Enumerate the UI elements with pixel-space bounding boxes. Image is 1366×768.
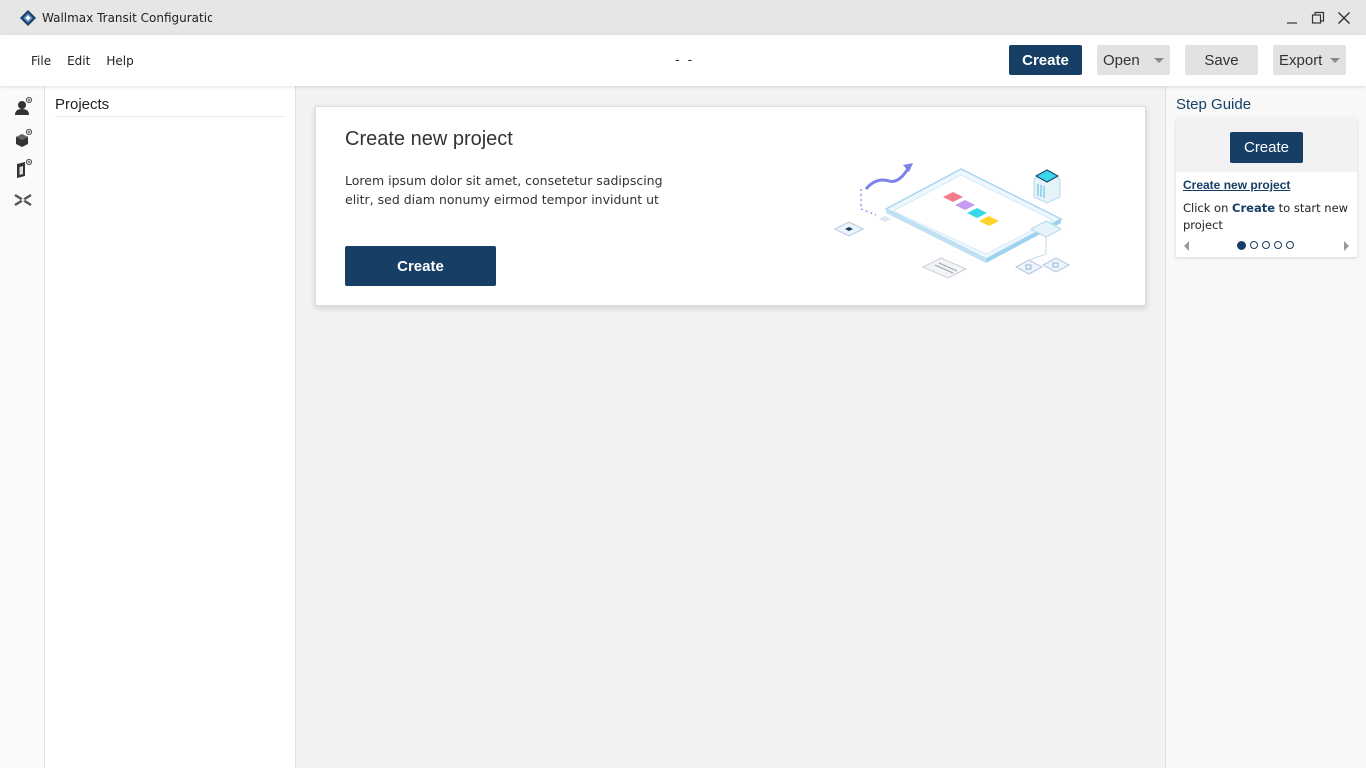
save-button-label: Save [1204, 51, 1239, 69]
desc-bold: Create [1232, 201, 1276, 215]
chevron-left-icon[interactable] [1184, 241, 1189, 251]
step-guide-title: Step Guide [1176, 96, 1252, 113]
guide-create-button[interactable]: Create [1230, 132, 1303, 163]
divider [55, 116, 285, 117]
restore-icon[interactable] [1310, 10, 1326, 26]
step-guide-panel: Step Guide Create Create new project Cli… [1165, 86, 1366, 768]
open-button[interactable]: Open [1097, 45, 1170, 75]
create-project-button-label: Create [397, 257, 444, 275]
step-guide-link[interactable]: Create new project [1183, 178, 1290, 192]
save-button[interactable]: Save [1185, 45, 1258, 75]
step-dot[interactable] [1250, 241, 1258, 249]
projects-title: Projects [55, 96, 110, 113]
minimize-icon[interactable] [1284, 10, 1300, 26]
add-cube-icon[interactable] [12, 128, 34, 150]
desc-prefix: Click on [1183, 201, 1233, 215]
icon-rail [0, 86, 45, 768]
close-icon[interactable] [1336, 10, 1352, 26]
projects-panel: Projects [45, 86, 296, 768]
step-dots [1237, 240, 1294, 250]
export-button-label: Export [1279, 51, 1323, 69]
title-bar: Wallmax Transit Configuratior [0, 0, 1366, 35]
window-controls [1284, 0, 1352, 35]
step-guide-preview: Create [1176, 118, 1357, 172]
menu-bar: File Edit Help [31, 35, 150, 86]
chevron-down-icon[interactable] [1154, 58, 1164, 63]
step-guide-nav [1176, 237, 1357, 253]
app-logo-icon [19, 9, 37, 27]
menu-file[interactable]: File [31, 54, 51, 68]
step-dot[interactable] [1286, 241, 1294, 249]
guide-create-button-label: Create [1243, 139, 1290, 156]
menu-help[interactable]: Help [106, 54, 133, 68]
card-description: Lorem ipsum dolor sit amet, consetetur s… [345, 173, 663, 207]
create-button-label: Create [1022, 51, 1069, 69]
card-title: Create new project [345, 128, 513, 150]
create-project-button[interactable]: Create [345, 246, 496, 286]
add-user-icon[interactable] [12, 96, 34, 118]
project-illustration-icon [833, 163, 1071, 279]
document-status: - - [675, 51, 695, 67]
tools-icon[interactable] [12, 189, 34, 211]
chevron-right-icon[interactable] [1344, 241, 1349, 251]
step-dot[interactable] [1237, 240, 1246, 250]
step-dot[interactable] [1262, 241, 1270, 249]
chevron-down-icon[interactable] [1330, 58, 1340, 63]
create-project-card: Create new project Lorem ipsum dolor sit… [315, 106, 1146, 306]
add-device-icon[interactable] [12, 158, 34, 180]
step-guide-card: Create Create new project Click on Creat… [1176, 118, 1357, 257]
open-button-label: Open [1103, 51, 1140, 69]
step-guide-description: Click on Create to start new project [1183, 200, 1353, 234]
export-button[interactable]: Export [1273, 45, 1346, 75]
step-dot[interactable] [1274, 241, 1282, 249]
create-button[interactable]: Create [1009, 45, 1082, 75]
toolbar: File Edit Help - - Create Open Save Expo… [0, 35, 1366, 86]
menu-edit[interactable]: Edit [67, 54, 90, 68]
app-title: Wallmax Transit Configuratior [42, 10, 212, 25]
